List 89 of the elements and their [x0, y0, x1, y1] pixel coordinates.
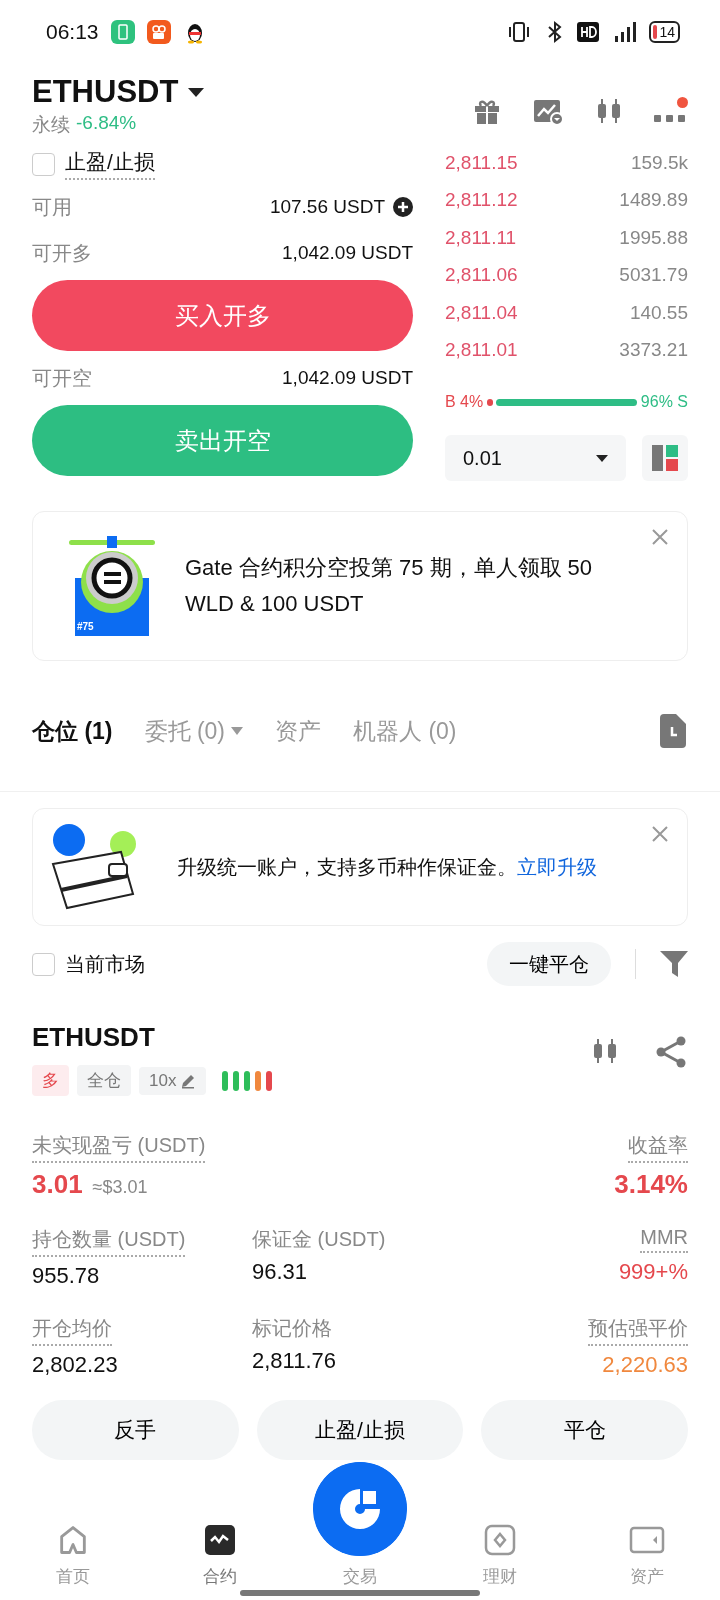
precision-select[interactable]: 0.01 — [445, 435, 626, 481]
leverage-tag[interactable]: 10x — [139, 1066, 207, 1095]
filter-icon[interactable] — [660, 949, 688, 979]
pencil-icon — [180, 1072, 197, 1089]
share-icon[interactable] — [656, 1036, 688, 1068]
ask-price: 2,811.12 — [445, 189, 518, 212]
ask-amount: 159.5k — [630, 151, 688, 174]
field-label: 收益率 — [628, 1132, 688, 1163]
ask-amount: 5031.79 — [619, 264, 688, 287]
nav-item[interactable]: 理财 — [427, 1500, 574, 1600]
ask-price: 2,811.06 — [445, 264, 518, 287]
ask-amount: 1489.89 — [619, 189, 688, 212]
max-short-value: 1,042.09 USDT — [282, 367, 413, 389]
battery-icon: 14 — [649, 21, 680, 43]
video-app-icon — [146, 20, 171, 44]
max-long-label: 可开多 — [32, 240, 92, 266]
upgrade-text: 升级统一账户，支持多币种作保证金。立即升级 — [177, 855, 598, 880]
contract-type: 永续 — [32, 113, 70, 137]
field-value: 2,802.23 — [32, 1352, 118, 1378]
close-icon[interactable] — [651, 528, 669, 546]
layout-toggle[interactable] — [642, 435, 688, 481]
caret-down-icon — [596, 454, 608, 462]
margin-mode-tag: 全仓 — [77, 1065, 131, 1096]
ask-amount: 1995.88 — [619, 226, 688, 249]
price-change: -6.84% — [76, 112, 137, 135]
nav-item[interactable]: 首页 — [0, 1500, 147, 1600]
buy-long-button[interactable]: 买入开多 — [32, 280, 413, 351]
field-value: 3.14% — [614, 1169, 688, 1200]
ask-amount: 3373.21 — [619, 339, 688, 362]
checkbox[interactable] — [32, 152, 55, 176]
field-value: 2,220.63 — [602, 1352, 688, 1378]
upgrade-link[interactable]: 立即升级 — [517, 856, 597, 878]
buy-ratio-bar — [487, 398, 494, 406]
issue-label: #75 — [77, 621, 94, 632]
field-label: 未实现盈亏 (USDT) — [32, 1132, 206, 1163]
position-action-button[interactable]: 平仓 — [481, 1400, 688, 1460]
ask-amount: 140.55 — [629, 301, 688, 324]
tab[interactable]: 资产 — [275, 715, 321, 747]
tpsl-label[interactable]: 止盈/止损 — [65, 148, 155, 180]
sell-ratio: 96% S — [640, 393, 688, 411]
layout-icon — [652, 445, 678, 471]
ask-price: 2,811.01 — [445, 339, 518, 362]
field-label: 开仓均价 — [32, 1315, 112, 1346]
position-symbol: ETHUSDT — [32, 1022, 156, 1053]
promo-text: Gate 合约积分空投第 75 期，单人领取 50 WLD & 100 USDT — [185, 554, 594, 618]
close-icon[interactable] — [651, 825, 669, 843]
status-time: 06:13 — [46, 20, 99, 44]
field-value: 955.78 — [32, 1263, 100, 1289]
position-action-button[interactable]: 止盈/止损 — [256, 1400, 464, 1460]
close-all-button[interactable]: 一键平仓 — [487, 942, 611, 986]
field-value: 999+% — [618, 1259, 688, 1285]
trade-fab-icon[interactable] — [313, 1462, 407, 1556]
tab[interactable]: 机器人 (0) — [353, 715, 457, 747]
ask-price: 2,811.04 — [445, 301, 518, 324]
battery-app-icon — [110, 20, 135, 44]
max-long-value: 1,042.09 USDT — [282, 242, 413, 264]
nav-item[interactable]: 合约 — [146, 1500, 293, 1600]
max-short-label: 可开空 — [32, 365, 92, 391]
symbol-title[interactable]: ETHUSDT — [32, 74, 179, 110]
caret-down-icon[interactable] — [188, 87, 205, 97]
ask-price: 2,811.11 — [445, 226, 517, 249]
current-market-label[interactable]: 当前市场 — [65, 950, 145, 978]
field-label: MMR — [640, 1226, 688, 1253]
ask-price: 2,811.15 — [445, 151, 518, 174]
buy-ratio: B 4% — [445, 393, 484, 411]
field-label: 预估强平价 — [588, 1315, 688, 1346]
nav-item[interactable]: 资产 — [573, 1500, 720, 1600]
hd-icon — [577, 22, 600, 42]
vibrate-icon — [507, 20, 532, 44]
checkbox[interactable] — [32, 952, 55, 976]
chart-pulse-icon — [202, 1523, 237, 1557]
history-document-icon[interactable] — [658, 714, 688, 748]
position-action-button[interactable]: 反手 — [32, 1400, 239, 1460]
field-label: 持仓数量 (USDT) — [32, 1226, 186, 1257]
field-value: 96.31 — [252, 1259, 308, 1285]
available-value: 107.56 USDT — [269, 196, 385, 218]
available-label: 可用 — [32, 194, 72, 220]
field-value: 3.01 — [32, 1169, 83, 1200]
plus-circle-icon[interactable] — [393, 197, 413, 217]
field-value: 2,811.76 — [252, 1348, 336, 1374]
promo-card[interactable]: #75 Gate 合约积分空投第 75 期，单人领取 50 WLD & 100 USDT — [32, 511, 688, 661]
diamond-square-icon — [483, 1523, 518, 1557]
field-label: 保证金 (USDT) — [252, 1227, 386, 1252]
approx-value: ≈$3.01 — [92, 1177, 148, 1198]
nav-item[interactable]: 交易 — [343, 1565, 377, 1588]
field-label: 标记价格 — [252, 1316, 332, 1341]
tab[interactable]: 委托 (0) — [144, 715, 243, 747]
tab[interactable]: 仓位 (1) — [32, 715, 113, 747]
side-tag: 多 — [32, 1065, 69, 1096]
